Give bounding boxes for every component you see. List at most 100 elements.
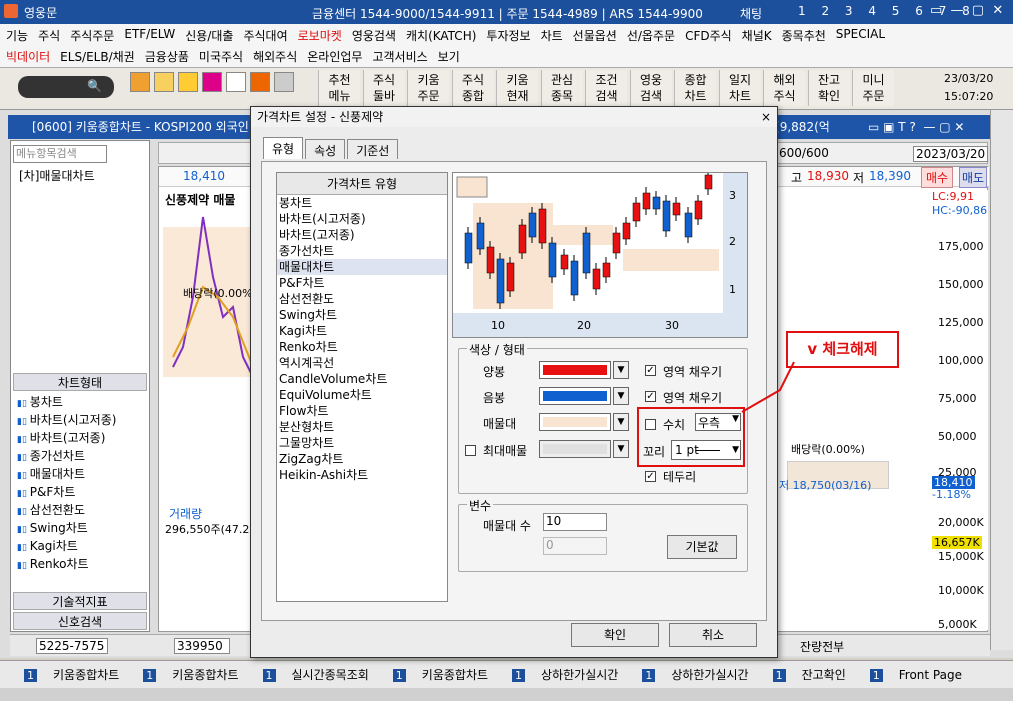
value-position-select[interactable]: 우측 ▼ xyxy=(695,413,741,431)
chart-type-option[interactable]: Flow차트 xyxy=(277,403,447,419)
menu-item-6[interactable]: 로보마켓 xyxy=(298,27,342,44)
border-checkbox[interactable]: ✓ xyxy=(645,471,656,482)
toolbar-button-11[interactable]: 잔고 확인 xyxy=(807,70,850,106)
max-band-checkbox[interactable] xyxy=(465,445,476,456)
max-band-color-picker[interactable] xyxy=(539,440,611,458)
toolbar-button-4[interactable]: 키움 현재 xyxy=(496,70,538,106)
menu-item-2[interactable]: 주식주문 xyxy=(70,27,114,44)
toolbar-button-5[interactable]: 관심 종목 xyxy=(540,70,583,106)
chart-type-option[interactable]: 삼선전환도 xyxy=(277,291,447,307)
chart-type-option[interactable]: Kagi차트 xyxy=(277,323,447,339)
monitor-icon[interactable] xyxy=(250,72,270,92)
signal-search-tab[interactable]: 신호검색 xyxy=(13,612,147,630)
toolbar-button-9[interactable]: 일지 차트 xyxy=(718,70,761,106)
dialog-close-button[interactable]: × xyxy=(761,107,771,127)
menu-item-12[interactable]: 선/옵주문 xyxy=(627,27,675,44)
toolbar-button-6[interactable]: 조건 검색 xyxy=(585,70,627,106)
menu2-item-1[interactable]: ELS/ELB/채권 xyxy=(60,48,135,65)
dialog-tab-2[interactable]: 기준선 xyxy=(347,139,399,159)
quick-search-box[interactable]: 🔍 xyxy=(18,76,114,98)
taskbar-item-6[interactable]: 1 잔고확인 xyxy=(761,666,846,683)
search-icon[interactable]: 🔍 xyxy=(87,79,102,93)
menu2-item-6[interactable]: 고객서비스 xyxy=(372,48,427,65)
chart-type-option[interactable]: 봉차트 xyxy=(277,195,447,211)
chart-window-controls[interactable]: ▭ ▣ T ? — ▢ ✕ xyxy=(868,115,964,139)
toolbar-button-10[interactable]: 해외 주식 xyxy=(763,70,805,106)
band-count-secondary-input[interactable]: 0 xyxy=(543,537,607,555)
lock-icon[interactable] xyxy=(178,72,198,92)
chart-type-item[interactable]: ▮▯ Swing차트 xyxy=(17,519,116,537)
menu-item-7[interactable]: 영웅검색 xyxy=(352,27,396,44)
chart-type-item[interactable]: ▮▯ 바차트(시고저종) xyxy=(17,411,116,429)
rise-color-dropdown[interactable]: ▼ xyxy=(613,361,629,379)
band-color-picker[interactable] xyxy=(539,413,611,431)
band-count-input[interactable]: 10 xyxy=(543,513,607,531)
clock-icon[interactable] xyxy=(226,72,246,92)
chart-type-option[interactable]: Renko차트 xyxy=(277,339,447,355)
chart-type-option[interactable]: Heikin-Ashi차트 xyxy=(277,467,447,483)
menu-item-5[interactable]: 주식대여 xyxy=(243,27,287,44)
gear-icon[interactable] xyxy=(274,72,294,92)
menu-item-14[interactable]: 채널K xyxy=(742,27,772,44)
selected-menu-item[interactable]: [차]매물대차트 xyxy=(19,167,95,184)
chart-type-item[interactable]: ▮▯ Renko차트 xyxy=(17,555,116,573)
taskbar-item-7[interactable]: 1 Front Page xyxy=(858,668,962,682)
window-controls[interactable]: ▭ — ▢ ✕ xyxy=(930,3,1003,18)
save-icon[interactable] xyxy=(130,72,150,92)
menu2-item-4[interactable]: 해외주식 xyxy=(253,48,297,65)
menu-item-13[interactable]: CFD주식 xyxy=(685,27,732,44)
menu-item-8[interactable]: 캐치(KATCH) xyxy=(406,27,476,44)
toolbar-button-3[interactable]: 주식 종합 xyxy=(451,70,494,106)
max-band-dropdown[interactable]: ▼ xyxy=(613,440,629,458)
value-checkbox[interactable] xyxy=(645,419,656,430)
toolbar-button-2[interactable]: 키움 주문 xyxy=(407,70,449,106)
brush-icon[interactable] xyxy=(154,72,174,92)
menu2-item-0[interactable]: 빅데이터 xyxy=(6,48,50,65)
menu-item-1[interactable]: 주식 xyxy=(38,27,60,44)
chart-type-option[interactable]: CandleVolume차트 xyxy=(277,371,447,387)
right-tool-strip[interactable] xyxy=(990,110,1013,650)
sell-button[interactable]: 매도 xyxy=(959,167,988,188)
ok-button[interactable]: 확인 xyxy=(571,623,659,647)
menu-item-11[interactable]: 선물옵션 xyxy=(573,27,617,44)
chart-type-option[interactable]: 분산형차트 xyxy=(277,419,447,435)
menu2-item-2[interactable]: 금융상품 xyxy=(145,48,189,65)
rise-fill-checkbox[interactable]: ✓ xyxy=(645,365,656,376)
chart-type-item[interactable]: ▮▯ 삼선전환도 xyxy=(17,501,116,519)
buy-button[interactable]: 매수 xyxy=(921,167,954,188)
menu-item-10[interactable]: 차트 xyxy=(541,27,563,44)
chart-type-option[interactable]: 역시계곡선 xyxy=(277,355,447,371)
toolbar-button-12[interactable]: 미니 주문 xyxy=(852,70,894,106)
chart-type-item[interactable]: ▮▯ 바차트(고저종) xyxy=(17,429,116,447)
menu-item-0[interactable]: 기능 xyxy=(6,27,28,44)
menu-item-16[interactable]: SPECIAL xyxy=(836,27,885,44)
fall-color-dropdown[interactable]: ▼ xyxy=(613,387,629,405)
taskbar-item-2[interactable]: 1 실시간종목조회 xyxy=(251,666,369,683)
chart-type-option[interactable]: ZigZag차트 xyxy=(277,451,447,467)
tail-width-select[interactable]: 1 pt ▼ xyxy=(671,440,741,460)
bottom-code-input[interactable]: 5225-7575 xyxy=(36,638,108,654)
chart-type-listbox[interactable]: 가격차트 유형 봉차트 바차트(시고저종) 바차트(고저종) 종가선차트 매물대차트 P&… xyxy=(276,172,448,602)
menu-item-4[interactable]: 신용/대출 xyxy=(185,27,233,44)
chart-type-item[interactable]: ▮▯ 종가선차트 xyxy=(17,447,116,465)
menu2-item-5[interactable]: 온라인업무 xyxy=(307,48,362,65)
taskbar-item-3[interactable]: 1 키움종합차트 xyxy=(381,666,488,683)
chart-type-item[interactable]: ▮▯ 봉차트 xyxy=(17,393,116,411)
taskbar-item-0[interactable]: 1 키움종합차트 xyxy=(12,666,119,683)
chart-type-option[interactable]: 바차트(고저종) xyxy=(277,227,447,243)
rise-color-picker[interactable] xyxy=(539,361,611,379)
menu-search-input[interactable]: 메뉴항목검색 xyxy=(13,145,107,163)
chart-type-option[interactable]: EquiVolume차트 xyxy=(277,387,447,403)
bottom-number-input[interactable]: 339950 xyxy=(174,638,230,654)
chart-type-option[interactable]: 그물망차트 xyxy=(277,435,447,451)
bottom-right-label[interactable]: 잔량전부 xyxy=(800,638,844,655)
camera-icon[interactable] xyxy=(202,72,222,92)
toolbar-button-1[interactable]: 주식 둘바 xyxy=(362,70,405,106)
menu2-item-3[interactable]: 미국주식 xyxy=(199,48,243,65)
chart-type-option[interactable]: Swing차트 xyxy=(277,307,447,323)
taskbar-item-4[interactable]: 1 상하한가실시간 xyxy=(500,666,618,683)
fall-fill-checkbox[interactable]: ✓ xyxy=(645,391,656,402)
default-button[interactable]: 기본값 xyxy=(667,535,737,559)
menu-item-15[interactable]: 종목추천 xyxy=(782,27,826,44)
chart-type-option[interactable]: 바차트(시고저종) xyxy=(277,211,447,227)
